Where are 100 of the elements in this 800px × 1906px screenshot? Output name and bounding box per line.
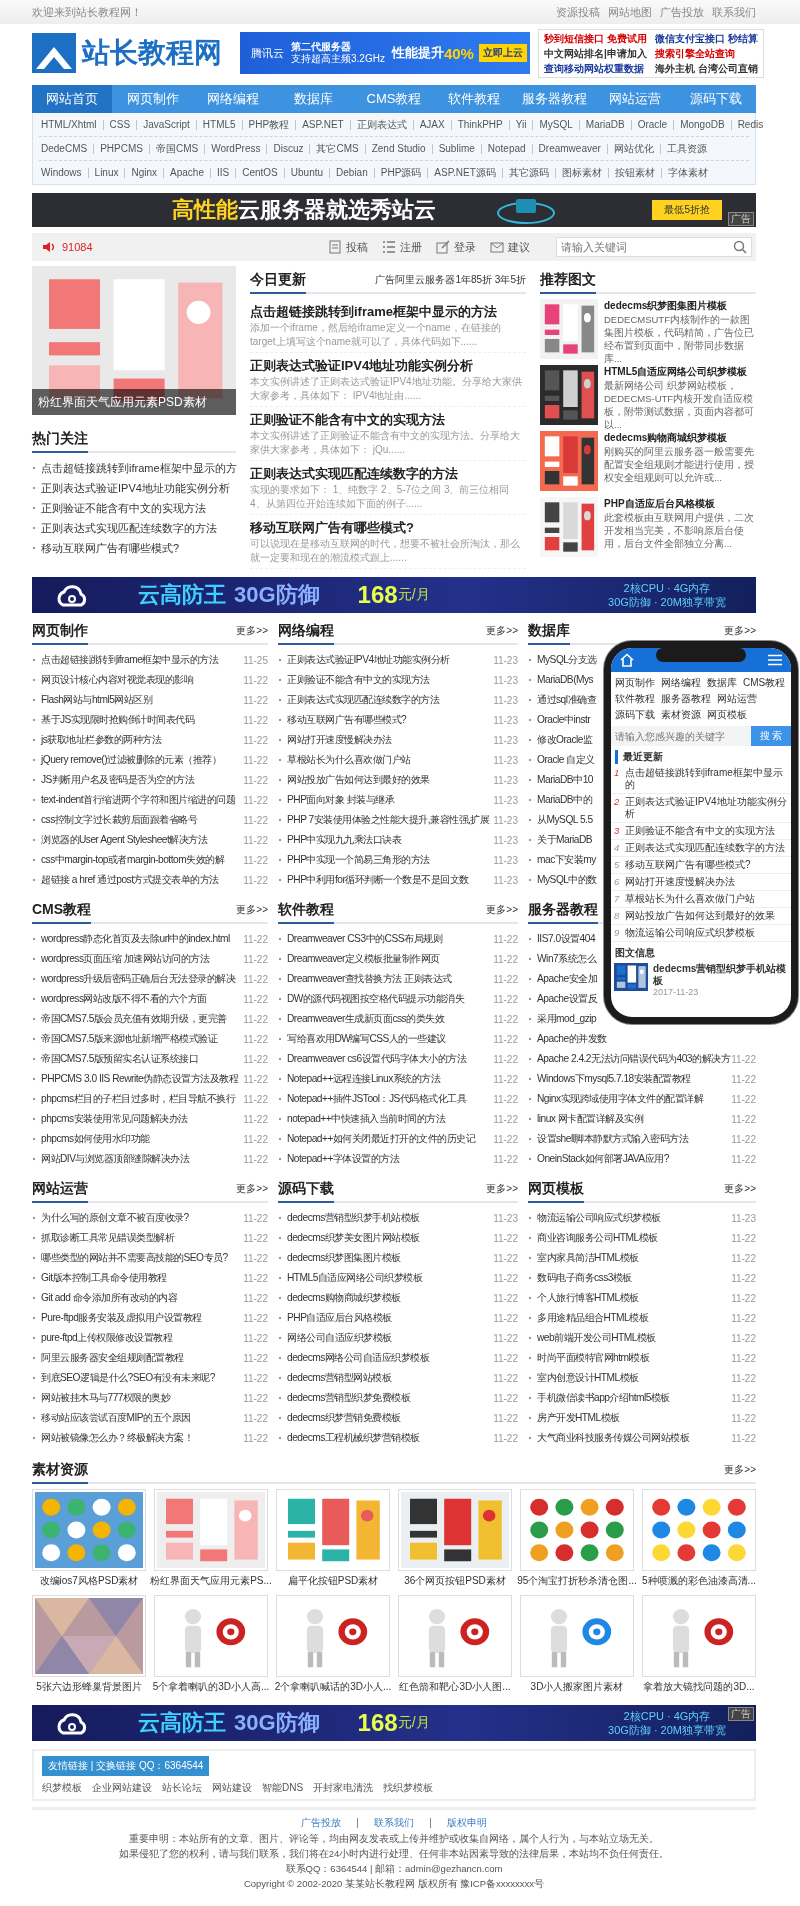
nav-tab[interactable]: 网站首页 [32, 85, 113, 113]
article-link[interactable]: 点击超链接跳转到iframe框架中显示的 [625, 767, 788, 791]
subnav-link[interactable]: HTML/Xhtml [39, 119, 103, 130]
friend-link[interactable]: 站长论坛 [162, 1781, 202, 1795]
subnav-link[interactable]: MongoDB [673, 119, 731, 130]
subnav-link[interactable]: ASP.NET [295, 119, 350, 130]
subnav-link[interactable]: 其它CMS [309, 143, 365, 154]
more-link[interactable]: 更多>> [486, 1182, 518, 1201]
subnav-link[interactable]: 字体素材 [660, 167, 714, 178]
subnav-link[interactable]: ASP.NET源码 [427, 167, 502, 178]
more-link[interactable]: 更多>> [724, 624, 756, 643]
article-title[interactable]: 移动互联网广告有哪些模式? [250, 518, 526, 537]
ad-link[interactable]: 中文网站排名|申请加入 [544, 46, 647, 60]
article-link[interactable]: 草根站长为什么喜欢做门户站 [625, 893, 755, 905]
article-title[interactable]: 正则表达式验证IPV4地址功能实例分析 [250, 356, 526, 375]
subnav-link[interactable]: Zend Studio [364, 143, 432, 154]
subnav-link[interactable]: Debian [329, 167, 374, 178]
toolbar-link[interactable]: 登录 [436, 239, 476, 255]
subnav-link[interactable]: IIS [210, 167, 236, 178]
picture-caption[interactable]: 拿着放大镜找问题的3D... [643, 1677, 755, 1697]
article-title[interactable]: dedecms织梦图集图片模板 [604, 299, 756, 313]
subnav-link[interactable]: CSS [102, 119, 137, 130]
ad-link[interactable]: 微信支付宝接口 秒结算 [654, 31, 758, 45]
article-title[interactable]: dedecms营销型织梦手机站模板 [653, 963, 788, 987]
subnav-link[interactable]: Redis [730, 119, 770, 130]
top-link[interactable]: 网站地图 [608, 4, 652, 20]
toolbar-link[interactable]: 注册 [382, 239, 422, 255]
phone-nav-link[interactable]: 网页模板 [707, 708, 747, 722]
subnav-link[interactable]: PHP源码 [373, 167, 428, 178]
subnav-link[interactable]: 网站优化 [606, 143, 660, 154]
subnav-link[interactable]: Linux [87, 167, 125, 178]
subnav-link[interactable]: DedeCMS [39, 143, 94, 154]
friend-link[interactable]: 企业网站建设 [92, 1781, 152, 1795]
phone-nav-link[interactable]: 服务器教程 [661, 692, 711, 706]
toolbar-link[interactable]: 建议 [490, 239, 530, 255]
article-link[interactable]: 网站投放广告如何达到最好的效果 [625, 910, 775, 922]
subnav-link[interactable]: Oracle [630, 119, 674, 130]
subnav-link[interactable]: Dreamweaver [531, 143, 607, 154]
phone-nav-link[interactable]: 数据库 [707, 676, 737, 690]
article-link[interactable]: 移动互联网广告有哪些模式? [625, 859, 751, 871]
more-link[interactable]: 更多>> [724, 1463, 756, 1482]
subnav-link[interactable]: MySQL [532, 119, 579, 130]
article-link[interactable]: 网站打开速度慢解决办法 [625, 876, 735, 888]
picture-caption[interactable]: 5张六边形蜂巢背景图片 [36, 1677, 142, 1697]
subnav-link[interactable]: Discuz [266, 143, 310, 154]
subnav-link[interactable]: Sublime [431, 143, 481, 154]
ad-link[interactable]: 搜索引擎全站查询 [654, 46, 758, 60]
article-title[interactable]: 正则表达式实现匹配连续数字的方法 [250, 464, 526, 483]
ad-link[interactable]: 秒到短信接口 免费试用 [544, 31, 647, 45]
subnav-link[interactable]: AJAX [412, 119, 451, 130]
phone-nav-link[interactable]: 网页制作 [615, 676, 655, 690]
article-link[interactable]: 正则表达式实现匹配连续数字的方法 [625, 842, 785, 854]
picture-caption[interactable]: 5个拿着喇叭的3D小人高... [152, 1677, 270, 1697]
more-link[interactable]: 更多>> [236, 1182, 268, 1201]
phone-nav-link[interactable]: 网站运营 [717, 692, 757, 706]
picture-caption[interactable]: 粉红界面天气应用元素PSD素材 [32, 389, 236, 415]
ad-link[interactable]: 广告阿里云服务器1年85折 3年5折 [375, 273, 526, 292]
article-link[interactable]: 正则验证不能含有中文的实现方法 [625, 825, 775, 837]
picture-caption[interactable]: 5种喷溅的彩色油漆高清... [642, 1571, 756, 1591]
phone-nav-link[interactable]: 网络编程 [661, 676, 701, 690]
subnav-link[interactable]: JavaScript [136, 119, 196, 130]
subnav-link[interactable]: 帝国CMS [148, 143, 205, 154]
subnav-link[interactable]: WordPress [204, 143, 267, 154]
article-link[interactable]: 正则表达式验证IPV4地址功能实例分析 [625, 796, 788, 820]
subnav-link[interactable]: 工具资源 [659, 143, 713, 154]
phone-nav-link[interactable]: CMS教程 [743, 676, 786, 690]
picture-caption[interactable]: 2个拿喇叭喊话的3D小人... [274, 1677, 392, 1697]
subnav-link[interactable]: 图标素材 [554, 167, 608, 178]
phone-nav-link[interactable]: 软件教程 [615, 692, 655, 706]
phone-nav-link[interactable]: 源码下载 [615, 708, 655, 722]
more-link[interactable]: 更多>> [486, 624, 518, 643]
friend-link[interactable]: 网站建设 [212, 1781, 252, 1795]
subnav-link[interactable]: Yii [508, 119, 533, 130]
ad-banner[interactable]: 高性能云服务器就选秀站云 最低5折抢 广告 [32, 193, 756, 227]
friend-link[interactable]: 找织梦模板 [383, 1781, 434, 1795]
toolbar-link[interactable]: 投稿 [328, 239, 368, 255]
subnav-link[interactable]: CentOS [235, 167, 284, 178]
search-field[interactable]: 请输入关键词 [556, 237, 752, 257]
ad-button[interactable]: 立即上云 [478, 44, 527, 62]
subnav-link[interactable]: HTML5 [195, 119, 242, 130]
subnav-link[interactable]: Notepad [480, 143, 532, 154]
picture-caption[interactable]: 95个淘宝打折秒杀清仓图... [517, 1571, 637, 1591]
article-title[interactable]: HTML5自适应网络公司织梦模板 [604, 365, 756, 379]
friend-link[interactable]: 织梦模板 [42, 1781, 82, 1795]
picture-caption[interactable]: 改编ios7风格PSD素材 [39, 1571, 139, 1591]
subnav-link[interactable]: Ubuntu [283, 167, 330, 178]
subnav-link[interactable]: Nginx [124, 167, 164, 178]
subnav-link[interactable]: MariaDB [578, 119, 631, 130]
subnav-link[interactable]: 按钮素材 [607, 167, 661, 178]
ad-button[interactable]: 最低5折抢 [652, 200, 722, 220]
article-title[interactable]: dedecms购物商城织梦模板 [604, 431, 756, 445]
article-title[interactable]: 点击超链接跳转到iframe框架中显示的方法 [250, 302, 526, 321]
more-link[interactable]: 更多>> [236, 624, 268, 643]
picture-caption[interactable]: 红色箭和靶心3D小人图... [399, 1677, 511, 1697]
more-link[interactable]: 更多>> [236, 903, 268, 922]
friend-link[interactable]: 智能DNS [262, 1781, 304, 1795]
search-field[interactable]: 请输入您感兴趣的关键字 [611, 726, 751, 746]
footer-link[interactable]: 联系我们 [357, 1818, 430, 1828]
subnav-link[interactable]: 其它源码 [501, 167, 555, 178]
subnav-link[interactable]: PHPCMS [93, 143, 149, 154]
